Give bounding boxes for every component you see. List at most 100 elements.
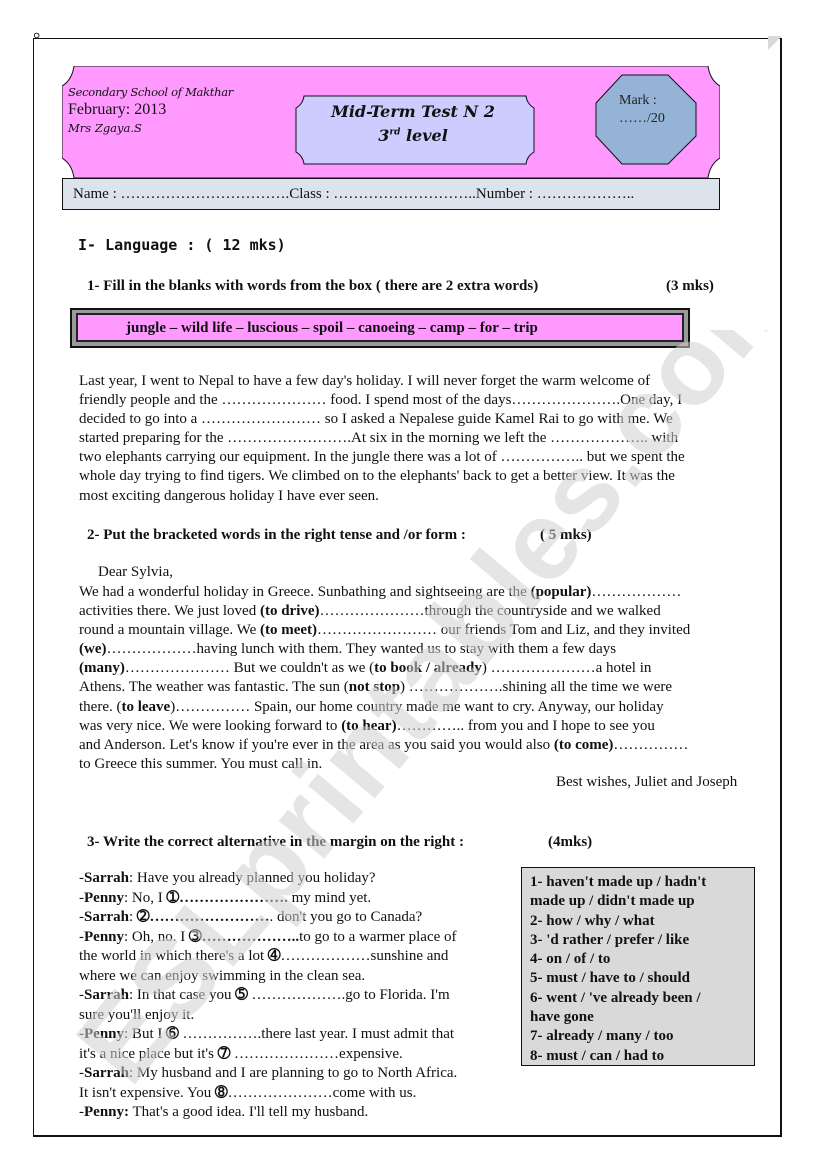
bold-text: ➃ bbox=[267, 948, 281, 964]
letter-line: Athens. The weather was fantastic. The s… bbox=[79, 678, 769, 697]
text-line: Last year, I went to Nepal to have a few… bbox=[79, 373, 651, 389]
bold-text: ➅ bbox=[166, 1026, 179, 1042]
teacher-name: Mrs Zgaya.S bbox=[68, 121, 142, 135]
alternative-option: 3- 'd rather / prefer / like bbox=[530, 931, 690, 948]
mark-label: Mark : bbox=[619, 93, 657, 108]
bold-text: ➄ bbox=[235, 987, 248, 1003]
text: We had a wonderful holiday in Greece. Su… bbox=[79, 584, 531, 600]
text: activities there. We just loved bbox=[79, 603, 260, 620]
text: : No, I bbox=[124, 889, 167, 906]
q3-heading: 3- Write the correct alternative in the … bbox=[87, 834, 464, 850]
letter-line: (many)………………… But we couldn't as we (to … bbox=[79, 659, 769, 678]
letter-line: round a mountain village. We (to meet)……… bbox=[79, 621, 769, 640]
bold-text: Penny bbox=[84, 928, 125, 945]
text: and Anderson. Let's know if you're ever … bbox=[79, 736, 554, 753]
bold-text: ➆ bbox=[217, 1045, 231, 1062]
page-fold-corner bbox=[768, 36, 782, 50]
text: …………………through the countryside and we wa… bbox=[319, 603, 661, 620]
dialog-line: the world in which there's a lot ➃………………… bbox=[79, 947, 509, 967]
text: sure you'll enjoy it. bbox=[79, 1006, 195, 1023]
bold-text: Sarrah bbox=[84, 870, 129, 886]
letter-greeting: Dear Sylvia, bbox=[98, 564, 173, 580]
text: …………… bbox=[613, 736, 689, 753]
text: the world in which there's a lot bbox=[79, 948, 268, 964]
alternative-option: 5- must / have to / should bbox=[530, 970, 691, 987]
dialog-line: -Sarrah: ➁……………………. don't you go to Cana… bbox=[79, 908, 509, 928]
bold-text: (many) bbox=[79, 660, 125, 677]
letter-line: (we)………………having lunch with them. They w… bbox=[79, 640, 769, 659]
text: it's a nice place but it's bbox=[79, 1045, 218, 1062]
q3-marks: (4mks) bbox=[548, 834, 593, 850]
text: )…………… Spain, our home country made me w… bbox=[170, 698, 664, 715]
level-number: 3 bbox=[378, 126, 390, 145]
letter-line: was very nice. We were looking forward t… bbox=[79, 717, 769, 736]
text: …………….there last year. I must admit that bbox=[178, 1026, 455, 1042]
bold-text: ➁…………………… bbox=[136, 909, 270, 925]
bold-text: ➂……………….. bbox=[189, 928, 300, 945]
text: where we can enjoy swimming in the clean… bbox=[79, 967, 366, 984]
alternative-option: have gone bbox=[530, 1009, 594, 1026]
level-suffix: rd bbox=[389, 127, 401, 138]
test-title-box: Mid-Term Test N 2 3rd level bbox=[296, 96, 530, 164]
dialog-line: -Penny: But I ➅ …………….there last year. I… bbox=[79, 1025, 509, 1045]
letter-line: there. (to leave)…………… Spain, our home c… bbox=[79, 698, 769, 717]
mark-box: Mark : ……/20 bbox=[619, 92, 665, 128]
alternative-option: 4- on / of / to bbox=[530, 951, 611, 968]
text: : Oh, no. I bbox=[124, 928, 190, 945]
bold-text: (to come) bbox=[553, 736, 614, 753]
dialog-line: -Penny: That's a good idea. I'll tell my… bbox=[79, 1103, 509, 1123]
text: : bbox=[129, 909, 137, 925]
q1-marks: (3 mks) bbox=[666, 278, 714, 294]
text: ……………… bbox=[591, 584, 682, 600]
text: : My husband and I are planning to go to… bbox=[129, 1065, 458, 1081]
q1-text: Last year, I went to Nepal to have a few… bbox=[79, 372, 769, 506]
alternatives-box: 1- haven't made up / hadn't made up / did… bbox=[521, 867, 755, 1066]
bold-text: Sarrah bbox=[84, 1065, 129, 1081]
text: Athens. The weather was fantastic. The s… bbox=[79, 679, 349, 696]
alternative-option: made up / didn't made up bbox=[530, 893, 695, 910]
text-line: decided to go into a …………………… so I asked… bbox=[79, 411, 673, 428]
text: It isn't expensive. You bbox=[79, 1084, 216, 1101]
word-box-words: jungle – wild life – luscious – spoil – … bbox=[76, 313, 684, 342]
text: was very nice. We were looking forward t… bbox=[79, 717, 342, 734]
text-line: whole day trying to find tigers. We clim… bbox=[79, 468, 675, 485]
alternative-option: 7- already / many / too bbox=[530, 1028, 674, 1045]
alternative-option: 2- how / why / what bbox=[530, 912, 655, 929]
text: to Greece this summer. You must call in. bbox=[79, 755, 323, 772]
bold-text: ➀…………………. bbox=[166, 889, 288, 906]
text: there. ( bbox=[79, 698, 122, 715]
bold-text: (popular) bbox=[530, 584, 592, 600]
bold-text: Sarrah bbox=[84, 987, 129, 1003]
text: my mind yet. bbox=[287, 889, 372, 906]
dialog-line: -Sarrah: In that case you ➄ ……………….go to… bbox=[79, 986, 509, 1006]
text-line: friendly people and the ………………… food. I … bbox=[79, 392, 683, 409]
q3-dialog: -Sarrah: Have you already planned you ho… bbox=[79, 869, 509, 1123]
letter-signoff: Best wishes, Juliet and Joseph bbox=[556, 774, 738, 790]
bold-text: to leave bbox=[121, 698, 171, 715]
dialog-line: It isn't expensive. You ➇…………………come wit… bbox=[79, 1084, 509, 1104]
bold-text: not stop bbox=[348, 679, 401, 696]
level-word: level bbox=[400, 126, 448, 145]
text: . don't you go to Canada? bbox=[269, 909, 423, 925]
bold-text: (to meet) bbox=[259, 622, 318, 639]
test-level: 3rd level bbox=[296, 126, 530, 145]
text: : Have you already planned you holiday? bbox=[129, 870, 376, 886]
school-info: Secondary School of Makthar February: 20… bbox=[68, 83, 233, 137]
dialog-line: -Sarrah: Have you already planned you ho… bbox=[79, 869, 509, 889]
text: : In that case you bbox=[129, 987, 236, 1003]
text: That's a good idea. I'll tell my husband… bbox=[129, 1104, 369, 1120]
text-line: most exciting dangerous holiday I have e… bbox=[79, 487, 379, 504]
bold-text: (to hear) bbox=[341, 717, 397, 734]
test-title: Mid-Term Test N 2 bbox=[331, 102, 495, 121]
dialog-line: -Penny: Oh, no. I ➂………………..to go to a wa… bbox=[79, 928, 509, 948]
student-info-bar[interactable]: Name : …………………………….Class : ………………………..Nu… bbox=[62, 178, 720, 210]
dialog-line: it's a nice place but it's ➆ …………………expe… bbox=[79, 1045, 509, 1065]
bold-text: Penny: bbox=[84, 1104, 129, 1120]
q2-marks: ( 5 mks) bbox=[540, 527, 592, 543]
mark-value: ……/20 bbox=[619, 111, 665, 126]
text: ………….. from you and I hope to see you bbox=[396, 717, 655, 734]
alternative-option: 8- must / can / had to bbox=[530, 1047, 665, 1064]
text: ………………… But we couldn't as we ( bbox=[124, 660, 375, 677]
school-name: Secondary School of Makthar bbox=[68, 85, 233, 99]
bold-text: Penny bbox=[84, 889, 125, 906]
